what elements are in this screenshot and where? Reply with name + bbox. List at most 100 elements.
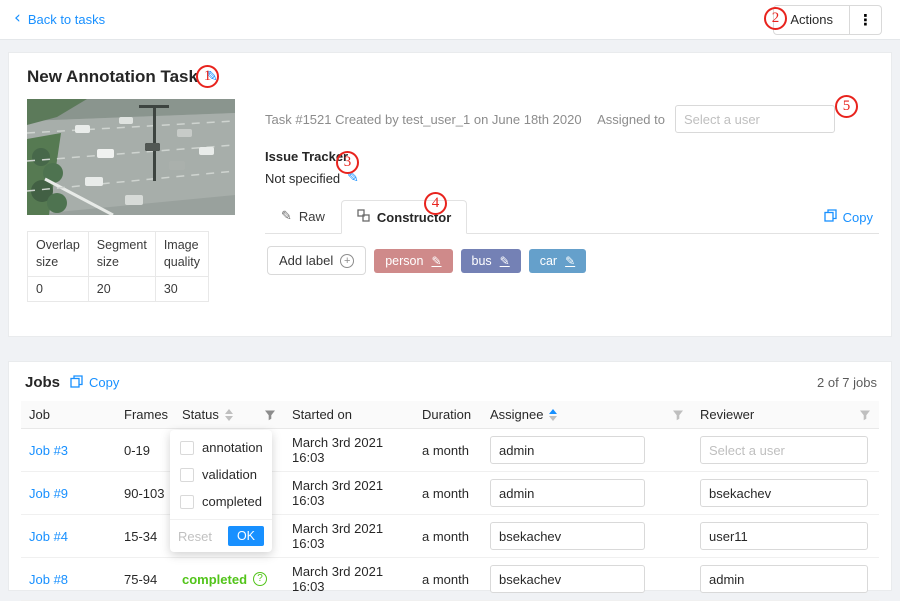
callout-4: 4 bbox=[424, 192, 447, 215]
checkbox-completed[interactable] bbox=[180, 495, 194, 509]
edit-label-icon[interactable]: ✎ bbox=[500, 254, 510, 268]
duration-cell: a month bbox=[414, 515, 482, 558]
assignee-header-label: Assignee bbox=[490, 407, 543, 422]
copy-jobs-label: Copy bbox=[89, 375, 119, 390]
filter-reset-button[interactable]: Reset bbox=[178, 529, 212, 544]
status-header-label: Status bbox=[182, 407, 219, 422]
job-row-3: Job #3 0-19 March 3rd 2021 16:03 a month bbox=[21, 429, 879, 472]
assignee-filter-icon[interactable] bbox=[672, 409, 684, 421]
duration-cell: a month bbox=[414, 429, 482, 472]
vertical-ellipsis-icon: ⋮ bbox=[858, 11, 873, 29]
assignee-input[interactable] bbox=[490, 522, 645, 550]
tab-constructor[interactable]: Constructor bbox=[341, 200, 467, 234]
tab-raw[interactable]: ✎ Raw bbox=[265, 200, 341, 233]
page-content: New Annotation Task ✎ bbox=[0, 40, 900, 591]
param-value-segment: 20 bbox=[88, 276, 155, 301]
job-link[interactable]: Job #3 bbox=[29, 443, 68, 458]
col-header-job: Job bbox=[21, 401, 116, 429]
callout-2: 2 bbox=[764, 7, 787, 30]
jobs-count: 2 of 7 jobs bbox=[817, 375, 877, 390]
assignee-sort-control[interactable] bbox=[549, 409, 557, 421]
task-details-card: New Annotation Task ✎ bbox=[8, 52, 892, 337]
col-header-duration: Duration bbox=[414, 401, 482, 429]
task-title: New Annotation Task bbox=[27, 67, 198, 87]
status-help-icon[interactable]: ? bbox=[253, 572, 267, 586]
reviewer-header-label: Reviewer bbox=[700, 407, 754, 422]
filter-option-annotation[interactable]: annotation bbox=[170, 434, 272, 461]
add-label-text: Add label bbox=[279, 253, 333, 268]
jobs-table: Job Frames Status Started on Du bbox=[21, 401, 879, 601]
task-meta-text: Task #1521 Created by test_user_1 on Jun… bbox=[265, 112, 582, 127]
assignee-input[interactable] bbox=[490, 436, 645, 464]
callout-1: 1 bbox=[196, 65, 219, 88]
job-link[interactable]: Job #4 bbox=[29, 529, 68, 544]
reviewer-input[interactable] bbox=[700, 565, 868, 593]
more-menu-button[interactable]: ⋮ bbox=[850, 5, 882, 35]
col-header-reviewer: Reviewer bbox=[692, 401, 879, 429]
callout-3: 3 bbox=[336, 151, 359, 174]
param-header-quality: Image quality bbox=[155, 232, 208, 277]
job-row-9: Job #9 90-103 March 3rd 2021 16:03 a mon… bbox=[21, 472, 879, 515]
status-filter-icon[interactable] bbox=[264, 409, 276, 421]
add-label-button[interactable]: Add label + bbox=[267, 246, 366, 275]
filter-option-label: completed bbox=[202, 494, 262, 509]
checkbox-validation[interactable] bbox=[180, 468, 194, 482]
edit-label-icon[interactable]: ✎ bbox=[431, 254, 441, 268]
task-params-table: Overlap size Segment size Image quality … bbox=[27, 231, 209, 302]
param-value-overlap: 0 bbox=[28, 276, 89, 301]
back-to-tasks-label: Back to tasks bbox=[28, 12, 105, 27]
filter-option-validation[interactable]: validation bbox=[170, 461, 272, 488]
label-constructor-row: Add label + person ✎ bus ✎ car ✎ bbox=[265, 234, 879, 287]
param-value-quality: 30 bbox=[155, 276, 208, 301]
reviewer-filter-icon[interactable] bbox=[859, 409, 871, 421]
label-tag-person[interactable]: person ✎ bbox=[374, 249, 452, 273]
frames-cell: 75-94 bbox=[116, 558, 174, 601]
actions-group: Actions ⋮ bbox=[773, 5, 882, 35]
jobs-card: Jobs Copy 2 of 7 jobs Job Frames bbox=[8, 361, 892, 591]
edit-label-icon[interactable]: ✎ bbox=[565, 254, 575, 268]
checkbox-annotation[interactable] bbox=[180, 441, 194, 455]
callout-5: 5 bbox=[835, 95, 858, 118]
status-cell-completed: completed ? bbox=[182, 572, 276, 587]
copy-icon bbox=[70, 375, 83, 391]
task-left-column: Overlap size Segment size Image quality … bbox=[27, 99, 235, 302]
label-tag-car[interactable]: car ✎ bbox=[529, 249, 586, 273]
job-link[interactable]: Job #8 bbox=[29, 572, 68, 587]
reviewer-input[interactable] bbox=[700, 436, 868, 464]
filter-option-label: validation bbox=[202, 467, 257, 482]
assignee-input[interactable] bbox=[490, 565, 645, 593]
param-header-overlap: Overlap size bbox=[28, 232, 89, 277]
frames-cell: 0-19 bbox=[116, 429, 174, 472]
label-editor-tabs: ✎ Raw Constructor Copy bbox=[265, 200, 879, 234]
back-to-tasks-link[interactable]: ‹ Back to tasks bbox=[14, 12, 105, 27]
reviewer-input[interactable] bbox=[700, 522, 868, 550]
copy-labels-link[interactable]: Copy bbox=[824, 209, 873, 233]
started-cell: March 3rd 2021 16:03 bbox=[284, 558, 414, 601]
assigned-to-input[interactable] bbox=[675, 105, 835, 133]
jobs-table-header-row: Job Frames Status Started on Du bbox=[21, 401, 879, 429]
copy-jobs-link[interactable]: Copy bbox=[70, 375, 119, 391]
issue-tracker-value: Not specified bbox=[265, 171, 340, 186]
tab-raw-label: Raw bbox=[299, 209, 325, 224]
filter-option-completed[interactable]: completed bbox=[170, 488, 272, 515]
col-header-started: Started on bbox=[284, 401, 414, 429]
col-header-status: Status bbox=[174, 401, 284, 429]
frames-cell: 90-103 bbox=[116, 472, 174, 515]
label-tag-bus[interactable]: bus ✎ bbox=[461, 249, 521, 273]
reviewer-input[interactable] bbox=[700, 479, 868, 507]
col-header-frames: Frames bbox=[116, 401, 174, 429]
filter-ok-button[interactable]: OK bbox=[228, 526, 264, 546]
status-sort-control[interactable] bbox=[225, 409, 233, 421]
pencil-icon: ✎ bbox=[281, 209, 292, 224]
started-cell: March 3rd 2021 16:03 bbox=[284, 429, 414, 472]
frames-cell: 15-34 bbox=[116, 515, 174, 558]
job-link[interactable]: Job #9 bbox=[29, 486, 68, 501]
copy-labels-label: Copy bbox=[843, 210, 873, 225]
traffic-scene-graphic bbox=[27, 99, 235, 215]
task-preview-image bbox=[27, 99, 235, 215]
label-bus-name: bus bbox=[472, 254, 492, 268]
jobs-title: Jobs bbox=[25, 374, 60, 391]
assignee-input[interactable] bbox=[490, 479, 645, 507]
assigned-to-label: Assigned to bbox=[597, 112, 665, 127]
label-car-name: car bbox=[540, 254, 557, 268]
